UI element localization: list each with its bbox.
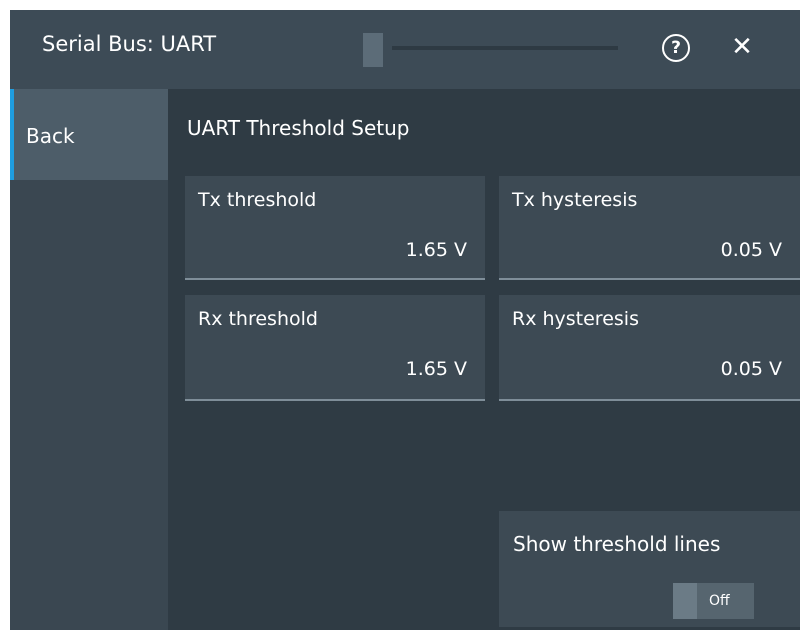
close-icon[interactable]: ✕ (728, 32, 756, 62)
help-icon[interactable]: ? (662, 34, 690, 62)
tx-threshold-value: 1.65 V (405, 239, 467, 261)
dialog-title: Serial Bus: UART (42, 32, 217, 56)
toggle-state-label: Off (709, 593, 730, 609)
rx-hysteresis-value: 0.05 V (720, 358, 782, 380)
back-button-label: Back (26, 124, 75, 148)
threshold-setup-panel: UART Threshold Setup Tx threshold 1.65 V… (172, 89, 800, 630)
tx-hysteresis-field[interactable]: Tx hysteresis 0.05 V (499, 176, 800, 280)
rx-hysteresis-field[interactable]: Rx hysteresis 0.05 V (499, 295, 800, 401)
rx-threshold-label: Rx threshold (198, 308, 318, 330)
sidebar: Back (10, 89, 168, 630)
tx-threshold-label: Tx threshold (198, 189, 317, 211)
title-bar: Serial Bus: UART ? ✕ (10, 10, 800, 89)
back-button[interactable]: Back (10, 89, 168, 180)
show-threshold-lines-panel: Show threshold lines Off (499, 511, 800, 627)
toggle-knob (673, 583, 697, 619)
rx-hysteresis-label: Rx hysteresis (512, 308, 639, 330)
tx-threshold-field[interactable]: Tx threshold 1.65 V (185, 176, 485, 280)
show-threshold-lines-toggle[interactable]: Off (673, 583, 754, 619)
show-threshold-lines-label: Show threshold lines (513, 532, 721, 556)
rx-threshold-field[interactable]: Rx threshold 1.65 V (185, 295, 485, 401)
transparency-slider-handle[interactable] (363, 33, 383, 67)
transparency-slider-track[interactable] (392, 46, 618, 50)
section-title: UART Threshold Setup (187, 116, 410, 140)
rx-threshold-value: 1.65 V (405, 358, 467, 380)
tx-hysteresis-value: 0.05 V (720, 239, 782, 261)
dialog-window: Serial Bus: UART ? ✕ Back UART Threshold… (10, 10, 800, 630)
tx-hysteresis-label: Tx hysteresis (512, 189, 638, 211)
